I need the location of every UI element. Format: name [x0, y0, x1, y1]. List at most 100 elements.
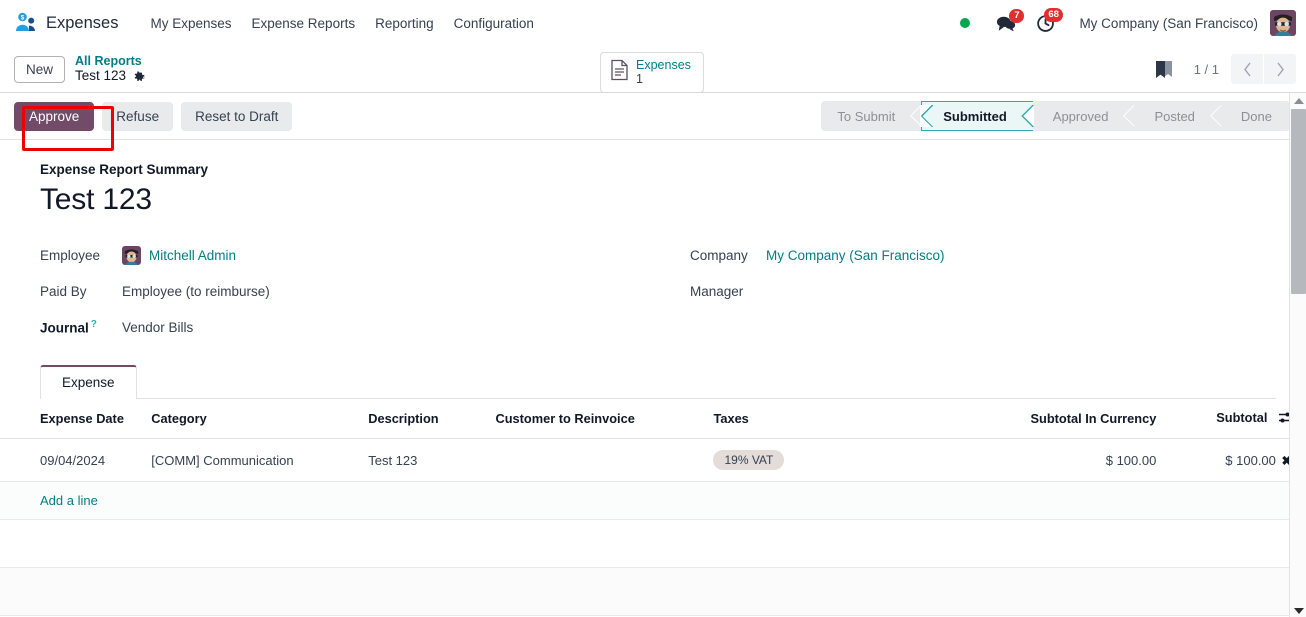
status-stage-posted[interactable]: Posted	[1134, 101, 1220, 131]
expense-lines-table: Expense Date Category Description Custom…	[0, 399, 1306, 617]
messages-button[interactable]: 7	[986, 8, 1026, 36]
action-status-bar: Approve Refuse Reset to Draft To Submit …	[0, 93, 1306, 151]
field-company: Company My Company (San Francisco)	[690, 237, 1276, 273]
breadcrumb-parent-all-reports[interactable]: All Reports	[75, 54, 146, 68]
cell-subtotal-text: $ 100.00	[1225, 452, 1276, 468]
expense-lines-body: 09/04/2024 [COMM] Communication Test 123…	[0, 438, 1306, 617]
notebook-tabs: Expense	[40, 365, 1276, 399]
table-header-row: Expense Date Category Description Custom…	[0, 399, 1306, 439]
field-label-journal: Journal?	[40, 319, 122, 336]
help-icon[interactable]: ?	[91, 319, 97, 330]
cell-expense-date[interactable]: 09/04/2024	[0, 438, 152, 482]
new-button[interactable]: New	[14, 55, 66, 83]
cell-category[interactable]: [COMM] Communication	[151, 438, 369, 482]
status-stage-to-submit[interactable]: To Submit	[821, 101, 921, 131]
navbar-right-group: 7 68 My Company (San Francisco)	[960, 7, 1296, 37]
field-label-journal-text: Journal	[40, 320, 89, 336]
triangle-up-icon	[1293, 97, 1304, 104]
cell-taxes[interactable]: 19% VAT	[713, 438, 973, 482]
form-field-grid: Employee Mitchell Admin Paid By Employee…	[40, 237, 1276, 345]
smart-button-text: Expenses 1	[636, 58, 691, 87]
pager-previous-button[interactable]	[1231, 54, 1263, 84]
gear-icon[interactable]	[133, 70, 146, 83]
form-subtitle: Expense Report Summary	[40, 162, 209, 177]
cell-customer-to-reinvoice[interactable]	[495, 438, 714, 482]
column-header-taxes[interactable]: Taxes	[713, 399, 973, 439]
form-column-left: Employee Mitchell Admin Paid By Employee…	[40, 237, 658, 345]
expense-lines-header: Expense Date Category Description Custom…	[0, 399, 1306, 439]
pager-next-button[interactable]	[1264, 54, 1296, 84]
scroll-up-button[interactable]	[1290, 93, 1306, 108]
presence-indicator-icon	[960, 18, 971, 28]
top-navbar: $ Expenses My Expenses Expense Reports R…	[0, 0, 1306, 46]
record-content-area: Approve Refuse Reset to Draft To Submit …	[0, 92, 1306, 617]
status-stage-submitted[interactable]: Submitted	[921, 101, 1033, 131]
messages-badge: 7	[1009, 8, 1025, 23]
column-header-customer-to-reinvoice[interactable]: Customer to Reinvoice	[495, 399, 714, 439]
field-value-paid-by[interactable]: Employee (to reimburse)	[122, 284, 270, 299]
scrollbar-thumb[interactable]	[1291, 109, 1306, 294]
notebook: Expense	[40, 365, 1276, 399]
add-line-row[interactable]: Add a line	[0, 481, 1306, 520]
status-badge: 19% VAT	[713, 450, 785, 470]
smart-button-label: Expenses	[636, 58, 691, 72]
smart-button-expenses[interactable]: Expenses 1	[600, 52, 704, 93]
cell-description[interactable]: Test 123	[368, 438, 496, 482]
approve-button-wrapper: Approve	[14, 101, 114, 151]
add-a-line-button[interactable]: Add a line	[40, 493, 98, 508]
empty-row	[0, 519, 1306, 568]
column-header-expense-date[interactable]: Expense Date	[0, 399, 152, 439]
field-value-journal[interactable]: Vendor Bills	[122, 320, 193, 335]
activities-button[interactable]: 68	[1026, 7, 1065, 37]
control-panel: New All Reports Test 123 Expenses 1 1 / …	[0, 46, 1306, 93]
field-journal: Journal? Vendor Bills	[40, 309, 658, 345]
app-brand-title[interactable]: Expenses	[46, 14, 118, 33]
field-employee: Employee Mitchell Admin	[40, 237, 658, 273]
column-header-subtotal[interactable]: Subtotal	[1170, 399, 1306, 439]
field-label-employee: Employee	[40, 247, 101, 263]
form-column-right: Company My Company (San Francisco) Manag…	[658, 237, 1276, 345]
empty-row	[0, 567, 1306, 616]
pager-counter: 1 / 1	[1193, 61, 1219, 77]
nav-item-expense-reports[interactable]: Expense Reports	[242, 10, 366, 37]
form-sheet: Expense Report Summary Test 123 Employee	[0, 140, 1306, 399]
triangle-down-icon	[1293, 607, 1304, 614]
nav-item-reporting[interactable]: Reporting	[365, 10, 444, 37]
table-row[interactable]: 09/04/2024 [COMM] Communication Test 123…	[0, 438, 1306, 482]
activities-badge: 68	[1043, 7, 1064, 22]
avatar[interactable]	[1270, 10, 1296, 36]
cell-subtotal[interactable]: $ 100.00 ✖	[1170, 438, 1306, 482]
column-header-description[interactable]: Description	[368, 399, 496, 439]
field-label-paid-by: Paid By	[40, 283, 87, 299]
column-header-subtotal-text: Subtotal	[1216, 410, 1268, 425]
status-stage-done[interactable]: Done	[1221, 101, 1290, 131]
column-header-category[interactable]: Category	[151, 399, 369, 439]
scroll-down-button[interactable]	[1290, 603, 1306, 617]
reset-to-draft-button[interactable]: Reset to Draft	[181, 101, 293, 131]
page-title[interactable]: Test 123	[40, 183, 1276, 217]
status-stage-approved[interactable]: Approved	[1033, 101, 1135, 131]
column-header-subtotal-in-currency[interactable]: Subtotal In Currency	[972, 399, 1171, 439]
nav-item-my-expenses[interactable]: My Expenses	[140, 10, 241, 37]
status-pipeline: To Submit Submitted Approved Posted Done	[821, 101, 1290, 131]
field-value-company[interactable]: My Company (San Francisco)	[766, 248, 945, 263]
field-paid-by: Paid By Employee (to reimburse)	[40, 273, 658, 309]
field-value-employee[interactable]: Mitchell Admin	[122, 245, 237, 265]
refuse-button[interactable]: Refuse	[102, 101, 174, 131]
breadcrumb: All Reports Test 123	[75, 54, 146, 84]
bookmark-icon[interactable]	[1155, 60, 1172, 79]
nav-item-configuration[interactable]: Configuration	[444, 10, 544, 37]
cell-subtotal-in-currency[interactable]: $ 100.00	[972, 438, 1171, 482]
approve-button[interactable]: Approve	[14, 101, 95, 131]
company-switcher[interactable]: My Company (San Francisco)	[1079, 16, 1258, 31]
breadcrumb-current-row: Test 123	[75, 68, 146, 84]
field-manager: Manager	[690, 273, 1276, 309]
tab-expense[interactable]: Expense	[40, 365, 137, 399]
chevron-right-icon	[1276, 62, 1284, 76]
employee-name: Mitchell Admin	[149, 247, 237, 263]
document-icon	[610, 59, 629, 86]
control-panel-right: 1 / 1	[1155, 54, 1296, 84]
vertical-scrollbar[interactable]	[1289, 93, 1306, 617]
field-label-company: Company	[690, 247, 748, 263]
employee-avatar	[122, 245, 141, 265]
